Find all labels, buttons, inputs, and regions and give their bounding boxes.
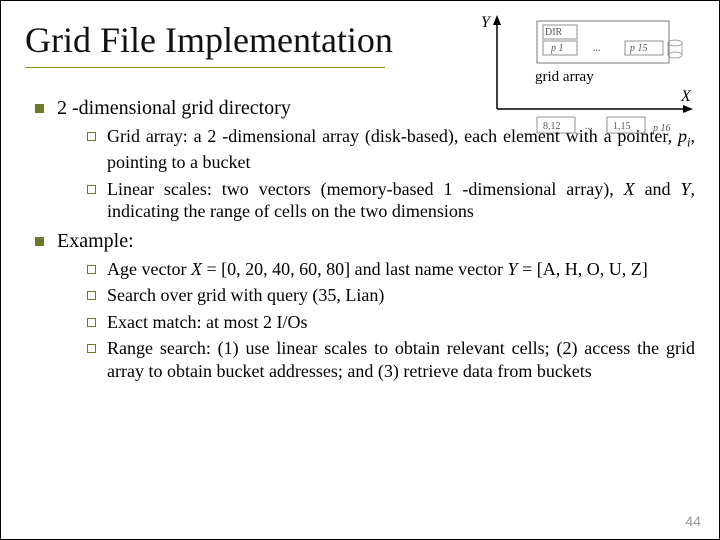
list-item: Age vector X = [0, 20, 40, 60, 80] and l… xyxy=(85,258,695,281)
dir-label: DIR xyxy=(545,27,563,38)
list-item: Range search: (1) use linear scales to o… xyxy=(85,337,695,382)
sub-list: Age vector X = [0, 20, 40, 60, 80] and l… xyxy=(57,258,695,383)
page-number: 44 xyxy=(685,513,701,529)
y-axis-label: Y xyxy=(481,14,492,31)
list-item: Search over grid with query (35, Lian) xyxy=(85,284,695,307)
list-item: Linear scales: two vectors (memory-based… xyxy=(85,178,695,223)
body-content: 2 -dimensional grid directory Grid array… xyxy=(25,96,695,382)
sub-list: Grid array: a 2 -dimensional array (disk… xyxy=(57,125,695,223)
grid-array-label: grid array xyxy=(535,69,594,85)
slide: Grid File Implementation Y X grid array … xyxy=(0,0,720,540)
list-item: 2 -dimensional grid directory Grid array… xyxy=(31,96,695,223)
list-item: Exact match: at most 2 I/Os xyxy=(85,311,695,334)
section-heading: 2 -dimensional grid directory xyxy=(57,97,291,119)
list-item: Grid array: a 2 -dimensional array (disk… xyxy=(85,125,695,174)
bullet-list: 2 -dimensional grid directory Grid array… xyxy=(25,96,695,382)
p1-label: p 1 xyxy=(550,43,564,54)
list-item: Example: Age vector X = [0, 20, 40, 60, … xyxy=(31,229,695,383)
section-heading: Example: xyxy=(57,230,134,252)
title-underline xyxy=(25,67,385,68)
p15-label: p 15 xyxy=(629,43,648,54)
p-dots: ... xyxy=(593,43,601,54)
